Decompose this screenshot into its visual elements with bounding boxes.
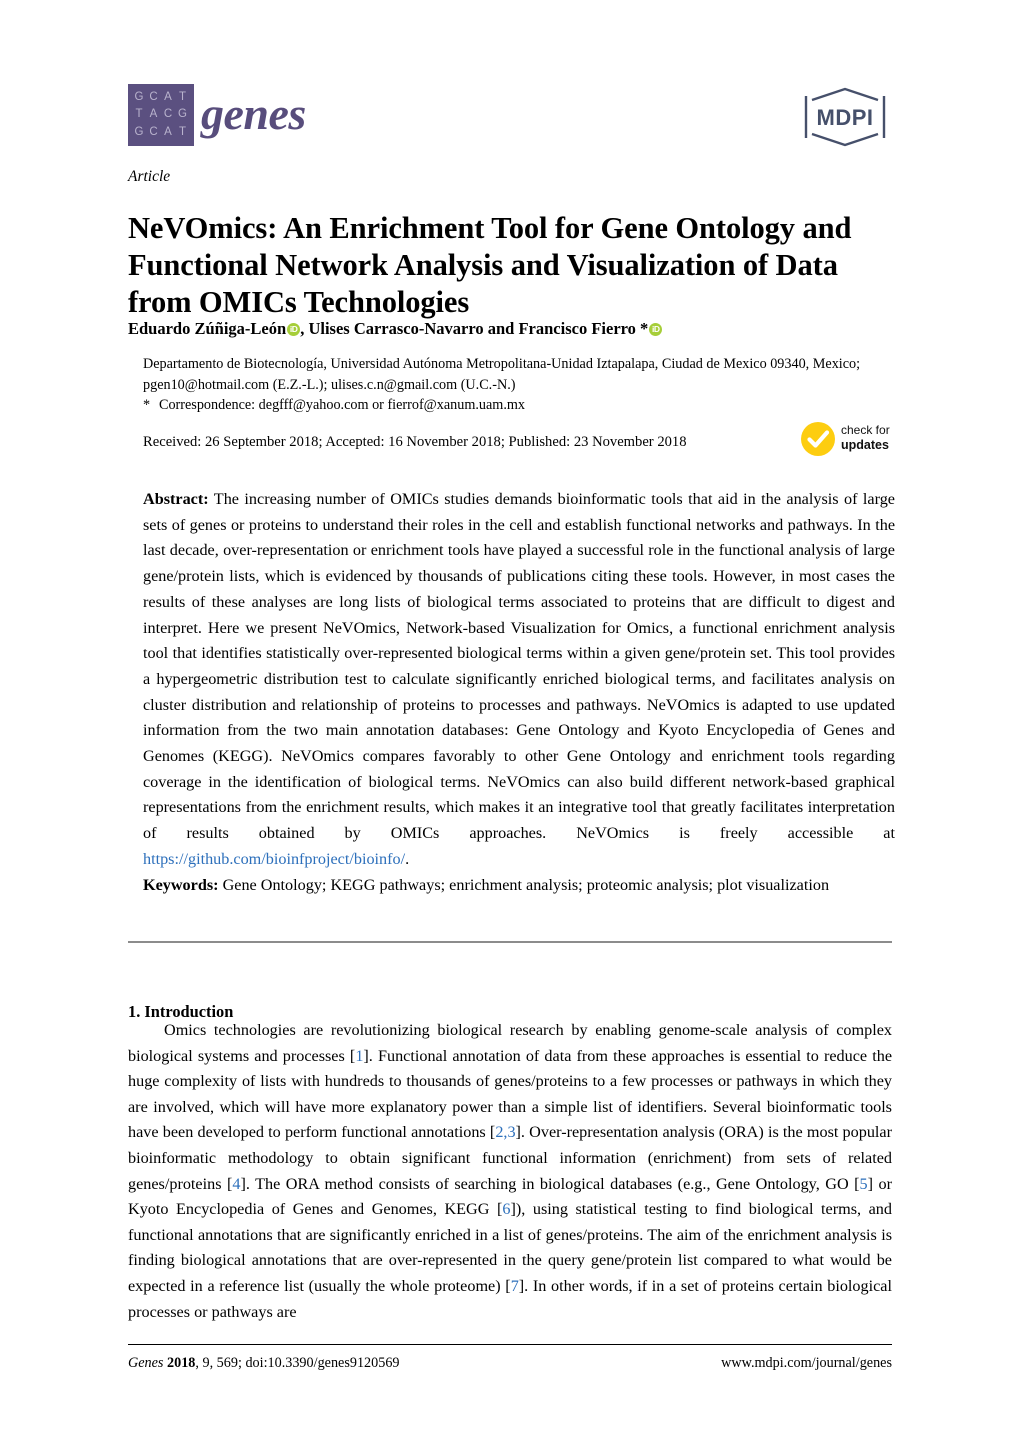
footer-citation: Genes 2018, 9, 569; doi:10.3390/genes912… — [128, 1355, 400, 1372]
introduction-paragraph: Omics technologies are revolutionizing b… — [128, 1018, 892, 1325]
author-name: Eduardo Zúñiga-León — [128, 319, 287, 338]
dna-letter: T — [135, 108, 144, 121]
page-title: NeVOmics: An Enrichment Tool for Gene On… — [128, 211, 852, 320]
genes-dna-logo-icon: G C A T T A C G G C A T — [128, 84, 194, 146]
footer-website: www.mdpi.com/journal/genes — [721, 1355, 892, 1371]
dna-letter: A — [164, 90, 173, 103]
dna-letter: A — [149, 108, 158, 121]
footer-year: 2018 — [167, 1355, 196, 1371]
author-list: Eduardo Zúñiga-León iD, Ulises Carrasco-N… — [128, 318, 900, 340]
citation-reference[interactable]: 7 — [511, 1277, 519, 1295]
keywords-label: Keywords: — [143, 876, 219, 894]
section-divider — [128, 941, 892, 943]
dna-letter: C — [163, 108, 173, 121]
correspondence-text: Correspondence: degfff@yahoo.com or fier… — [159, 397, 525, 413]
citation-reference[interactable]: 5 — [860, 1175, 868, 1193]
dna-letter: G — [134, 90, 144, 103]
abstract-period: . — [405, 849, 410, 868]
badge-line-1: check for — [841, 423, 890, 437]
publication-dates: Received: 26 September 2018; Accepted: 1… — [143, 434, 687, 450]
orcid-icon[interactable]: iD — [649, 323, 663, 336]
badge-text: check for updates — [841, 423, 890, 453]
abstract: Abstract: The increasing number of OMICs… — [143, 487, 895, 873]
abstract-body: The increasing number of OMICs studies d… — [143, 490, 895, 843]
page-header: G C A T T A C G G C A T genes MDPI — [128, 84, 892, 156]
footer-divider — [128, 1344, 892, 1345]
badge-line-2: updates — [841, 438, 889, 452]
dna-letter: G — [134, 125, 144, 138]
keywords-text: Gene Ontology; KEGG pathways; enrichment… — [218, 876, 830, 894]
dna-letter: T — [178, 125, 187, 138]
affiliation: Departamento de Biotecnología, Universid… — [143, 356, 861, 393]
citation-reference[interactable]: 2,3 — [495, 1123, 515, 1141]
dna-letter: C — [149, 90, 159, 103]
footer-journal-name: Genes — [128, 1355, 164, 1371]
journal-brand: G C A T T A C G G C A T genes — [128, 84, 306, 146]
dna-letter: A — [164, 125, 173, 138]
checkmark-icon — [801, 422, 835, 456]
correspondence-marker: * — [143, 397, 151, 413]
dna-letter: G — [178, 108, 188, 121]
abstract-label: Abstract: — [143, 490, 209, 508]
author-names-rest: , Ulises Carrasco-Navarro and Francisco … — [300, 319, 649, 338]
dna-letter: C — [149, 125, 159, 138]
paper-page: G C A T T A C G G C A T genes MDPI Artic… — [0, 0, 1020, 1442]
footer-citation-rest: , 9, 569; doi:10.3390/genes9120569 — [195, 1355, 400, 1371]
orcid-icon[interactable]: iD — [287, 323, 301, 336]
mdpi-logo: MDPI — [798, 86, 892, 148]
svg-text:MDPI: MDPI — [817, 105, 874, 130]
paragraph-text: ]. The ORA method consists of searching … — [240, 1174, 860, 1193]
check-for-updates-badge[interactable]: check for updates — [800, 418, 904, 460]
article-type-label: Article — [128, 168, 171, 185]
dna-letter: T — [178, 90, 187, 103]
journal-wordmark: genes — [201, 88, 306, 139]
nevomics-github-link[interactable]: https://github.com/bioinfproject/bioinfo… — [143, 850, 405, 868]
keywords: Keywords: Gene Ontology; KEGG pathways; … — [143, 873, 895, 899]
correspondence: * Correspondence: degfff@yahoo.com or fie… — [143, 395, 903, 416]
